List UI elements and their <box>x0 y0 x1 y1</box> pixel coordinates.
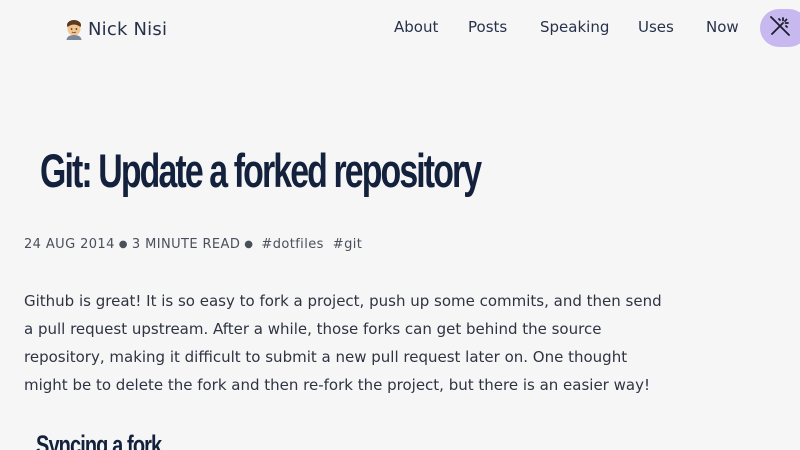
nav-link-posts[interactable]: Posts <box>468 18 507 36</box>
magic-wand-off-icon <box>768 14 792 42</box>
meta-separator: ● <box>244 239 254 250</box>
person-emoji-icon <box>63 18 85 40</box>
tag-link-dotfiles[interactable]: #dotfiles <box>261 237 323 252</box>
nav-link-now[interactable]: Now <box>706 18 739 36</box>
nav-link-about[interactable]: About <box>394 18 438 36</box>
reading-time: 3 MINUTE READ <box>131 237 241 252</box>
site-logo-link[interactable]: Nick Nisi <box>63 16 167 42</box>
post-intro-paragraph: Github is great! It is so easy to fork a… <box>24 292 662 394</box>
post-meta: 24 AUG 2014 ● 3 MINUTE READ ● #dotfiles … <box>24 237 371 252</box>
nav-link-uses[interactable]: Uses <box>638 18 674 36</box>
post-date: 24 AUG 2014 <box>24 237 115 252</box>
site-name: Nick Nisi <box>88 18 168 40</box>
post-title: Git: Update a forked repository <box>40 144 482 197</box>
tag-link-git[interactable]: #git <box>333 237 362 252</box>
meta-separator: ● <box>118 239 128 250</box>
section-heading: Syncing a fork <box>36 430 162 450</box>
site-header: Nick Nisi About Posts Speaking Uses Now <box>0 0 800 58</box>
theme-toggle-button[interactable] <box>760 9 800 47</box>
nav-link-speaking[interactable]: Speaking <box>540 18 609 36</box>
